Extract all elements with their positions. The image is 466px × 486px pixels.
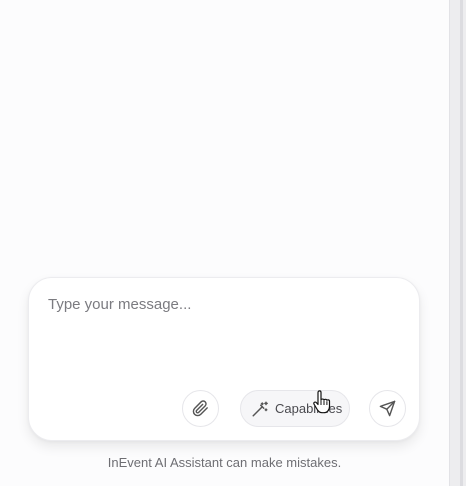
capabilities-button[interactable]: Capabilities	[240, 390, 350, 427]
chat-panel: Capabilities InEvent AI Assistant can ma…	[0, 0, 449, 486]
message-input[interactable]	[48, 296, 398, 356]
capabilities-label: Capabilities	[275, 401, 343, 416]
disclaimer-text: InEvent AI Assistant can make mistakes.	[107, 455, 342, 470]
magic-wand-icon	[251, 400, 269, 418]
scrollbar[interactable]	[449, 0, 466, 486]
paperclip-icon	[192, 400, 209, 417]
send-icon	[379, 400, 396, 417]
message-composer: Capabilities	[28, 277, 420, 441]
attach-button[interactable]	[182, 390, 219, 427]
send-button[interactable]	[369, 390, 406, 427]
